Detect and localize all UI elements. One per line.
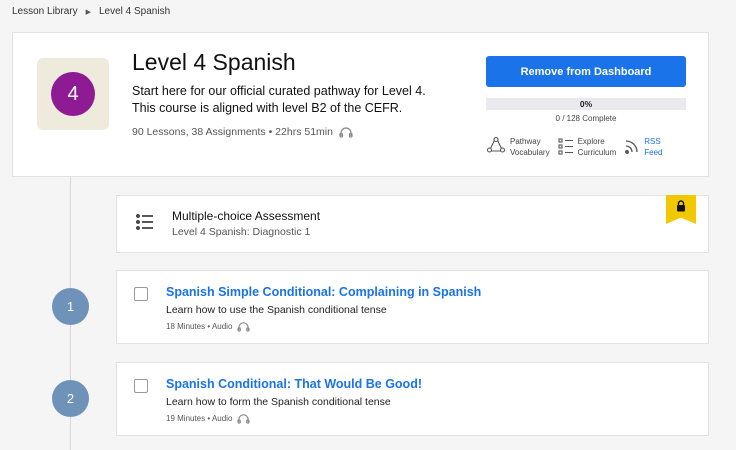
list-icon — [136, 214, 153, 230]
explore-curriculum-link[interactable]: Explore Curriculum — [558, 136, 617, 158]
locked-ribbon — [666, 195, 696, 224]
assessment-subtitle: Level 4 Spanish: Diagnostic 1 — [172, 226, 311, 238]
headphones-icon — [237, 414, 250, 424]
lock-icon — [677, 200, 685, 212]
pathway-vocabulary-line1: Pathway — [510, 137, 541, 146]
course-description: Start here for our official curated path… — [132, 84, 426, 115]
level-badge: 4 — [51, 72, 95, 116]
lesson-complete-checkbox[interactable] — [134, 287, 148, 301]
headphones-icon — [339, 127, 353, 138]
lesson-description: Learn how to use the Spanish conditional… — [166, 304, 387, 316]
lesson-title-link[interactable]: Spanish Simple Conditional: Complaining … — [166, 285, 481, 299]
course-meta: 90 Lessons, 38 Assignments • 22hrs 51min — [132, 126, 353, 138]
curriculum-list-icon — [558, 138, 573, 155]
course-actions: Pathway Vocabulary Explore Curriculum RSS F… — [486, 136, 696, 158]
explore-curriculum-line1: Explore — [577, 137, 605, 146]
rss-feed-line1: RSS — [644, 137, 661, 146]
rss-feed-line2: Feed — [644, 148, 663, 157]
course-progress-bar: 0% — [486, 98, 686, 110]
breadcrumb-lesson-library[interactable]: Lesson Library — [12, 6, 78, 17]
breadcrumb: Lesson Library ▶ Level 4 Spanish — [12, 6, 170, 17]
breadcrumb-separator-icon: ▶ — [85, 8, 91, 16]
lesson-title-link[interactable]: Spanish Conditional: That Would Be Good! — [166, 377, 422, 391]
assessment-title: Multiple-choice Assessment — [172, 209, 321, 223]
lesson-meta: 18 Minutes • Audio — [166, 321, 250, 332]
lesson-complete-checkbox[interactable] — [134, 379, 148, 393]
pathway-vocabulary-link[interactable]: Pathway Vocabulary — [486, 136, 550, 158]
explore-curriculum-line2: Curriculum — [577, 148, 617, 157]
course-level-tile: 4 — [37, 58, 109, 130]
course-header-card: 4 Level 4 Spanish Start here for our off… — [12, 32, 709, 177]
lesson-number-badge: 1 — [52, 288, 89, 325]
lesson-meta-text: 18 Minutes • Audio — [166, 322, 233, 331]
progress-percent: 0% — [579, 99, 593, 109]
lesson-description: Learn how to form the Spanish conditiona… — [166, 396, 391, 408]
assessment-card[interactable]: Multiple-choice Assessment Level 4 Spani… — [116, 195, 709, 253]
course-title: Level 4 Spanish — [132, 49, 296, 75]
lesson-card: Spanish Simple Conditional: Complaining … — [116, 270, 709, 344]
pathway-vocabulary-line2: Vocabulary — [510, 148, 550, 157]
lesson-meta-text: 19 Minutes • Audio — [166, 414, 233, 423]
course-meta-text: 90 Lessons, 38 Assignments • 22hrs 51min — [132, 126, 333, 138]
lesson-number-badge: 2 — [52, 380, 89, 417]
headphones-icon — [237, 322, 250, 332]
breadcrumb-current: Level 4 Spanish — [98, 6, 171, 17]
pathway-icon — [486, 136, 506, 153]
rss-feed-link[interactable]: RSS Feed — [624, 136, 663, 158]
progress-caption: 0 / 128 Complete — [555, 114, 617, 123]
lesson-meta: 19 Minutes • Audio — [166, 413, 250, 424]
rss-icon — [625, 140, 638, 154]
lesson-card: Spanish Conditional: That Would Be Good!… — [116, 362, 709, 436]
remove-from-dashboard-button[interactable]: Remove from Dashboard — [486, 56, 686, 87]
